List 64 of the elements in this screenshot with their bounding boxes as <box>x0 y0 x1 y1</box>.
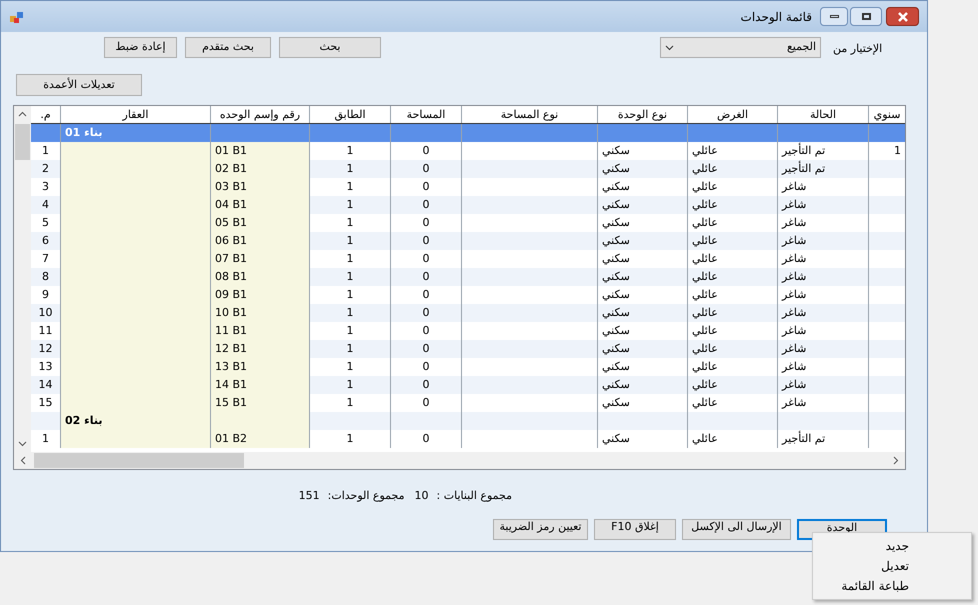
action-button[interactable]: تعيين رمز الضريبة <box>493 518 588 540</box>
total-value: 10 <box>414 488 429 504</box>
table-cell: 13 B1 <box>210 358 309 376</box>
column-header[interactable]: الحالة <box>777 106 868 124</box>
chevron-down-icon <box>18 441 27 448</box>
column-header[interactable]: نوع الوحدة <box>597 106 687 124</box>
window-title: قائمة الوحدات <box>740 8 812 26</box>
menu-item[interactable]: تعديل <box>813 556 971 576</box>
table-cell: 15 B1 <box>210 394 309 412</box>
menu-item[interactable]: طباعة القائمة <box>813 576 971 596</box>
column-header[interactable]: الطابق <box>309 106 390 124</box>
filter-label: الإختيار من <box>833 41 882 58</box>
table-cell: 02 B1 <box>210 160 309 178</box>
table-cell: 01 B2 <box>210 430 309 448</box>
group-label: بناء 01 <box>65 125 104 142</box>
close-button[interactable] <box>886 7 919 26</box>
action-button[interactable]: إغلاق F10 <box>594 518 676 540</box>
action-button[interactable]: الإرسال الى الإكسل <box>682 518 791 540</box>
scrollbar-thumb[interactable] <box>15 124 30 160</box>
table-cell: 10 B1 <box>210 304 309 322</box>
table-cell: 14 B1 <box>210 376 309 394</box>
chevron-up-icon <box>18 111 27 118</box>
column-header[interactable]: رقم وإسم الوحده <box>210 106 309 124</box>
chevron-right-icon <box>893 456 899 466</box>
total-label: مجموع الوحدات: <box>328 488 405 504</box>
chevron-down-icon <box>665 44 674 50</box>
column-header[interactable]: سنوي <box>868 106 905 124</box>
table-cell: 06 B1 <box>210 232 309 250</box>
table-cell: 04 B1 <box>210 196 309 214</box>
vertical-scrollbar[interactable] <box>14 106 31 452</box>
group-label: بناء 02 <box>65 413 104 430</box>
advanced-search-button[interactable]: بحث متقدم <box>185 37 271 58</box>
column-header[interactable]: الغرض <box>687 106 777 124</box>
table-cell: عائلي <box>687 430 777 448</box>
group-row[interactable]: بناء 02 <box>31 412 905 430</box>
column-header[interactable]: نوع المساحة <box>461 106 597 124</box>
table-cell: 09 B1 <box>210 286 309 304</box>
close-icon <box>898 12 908 22</box>
reset-button[interactable]: إعادة ضبط <box>104 37 177 58</box>
scrollbar-thumb[interactable] <box>34 453 244 468</box>
table-cell: 11 B1 <box>210 322 309 340</box>
table-cell: 1 <box>31 430 60 448</box>
filter-dropdown[interactable]: الجميع <box>660 37 821 58</box>
table-cell: سكني <box>597 430 687 448</box>
chevron-left-icon <box>20 456 26 466</box>
table-cell: 01 B1 <box>210 142 309 160</box>
table-cell: 03 B1 <box>210 178 309 196</box>
total-value: 151 <box>298 488 320 504</box>
table-cell: 08 B1 <box>210 268 309 286</box>
column-header[interactable]: م. <box>31 106 60 124</box>
table-cell: 0 <box>390 430 461 448</box>
dropdown-value: الجميع <box>786 39 816 56</box>
total-label: مجموع البنايات : <box>436 488 512 504</box>
table-cell: 12 B1 <box>210 340 309 358</box>
search-button[interactable]: بحث <box>279 37 381 58</box>
column-header[interactable]: العقار <box>60 106 210 124</box>
table-cell: 07 B1 <box>210 250 309 268</box>
restore-button[interactable] <box>850 7 882 26</box>
column-settings-button[interactable]: تعديلات الأعمدة <box>16 74 142 96</box>
table-cell: 05 B1 <box>210 214 309 232</box>
horizontal-scrollbar[interactable] <box>14 452 905 470</box>
table-cell: تم التأجير <box>777 430 868 448</box>
minimize-button[interactable] <box>820 7 848 26</box>
column-header[interactable]: المساحة <box>390 106 461 124</box>
